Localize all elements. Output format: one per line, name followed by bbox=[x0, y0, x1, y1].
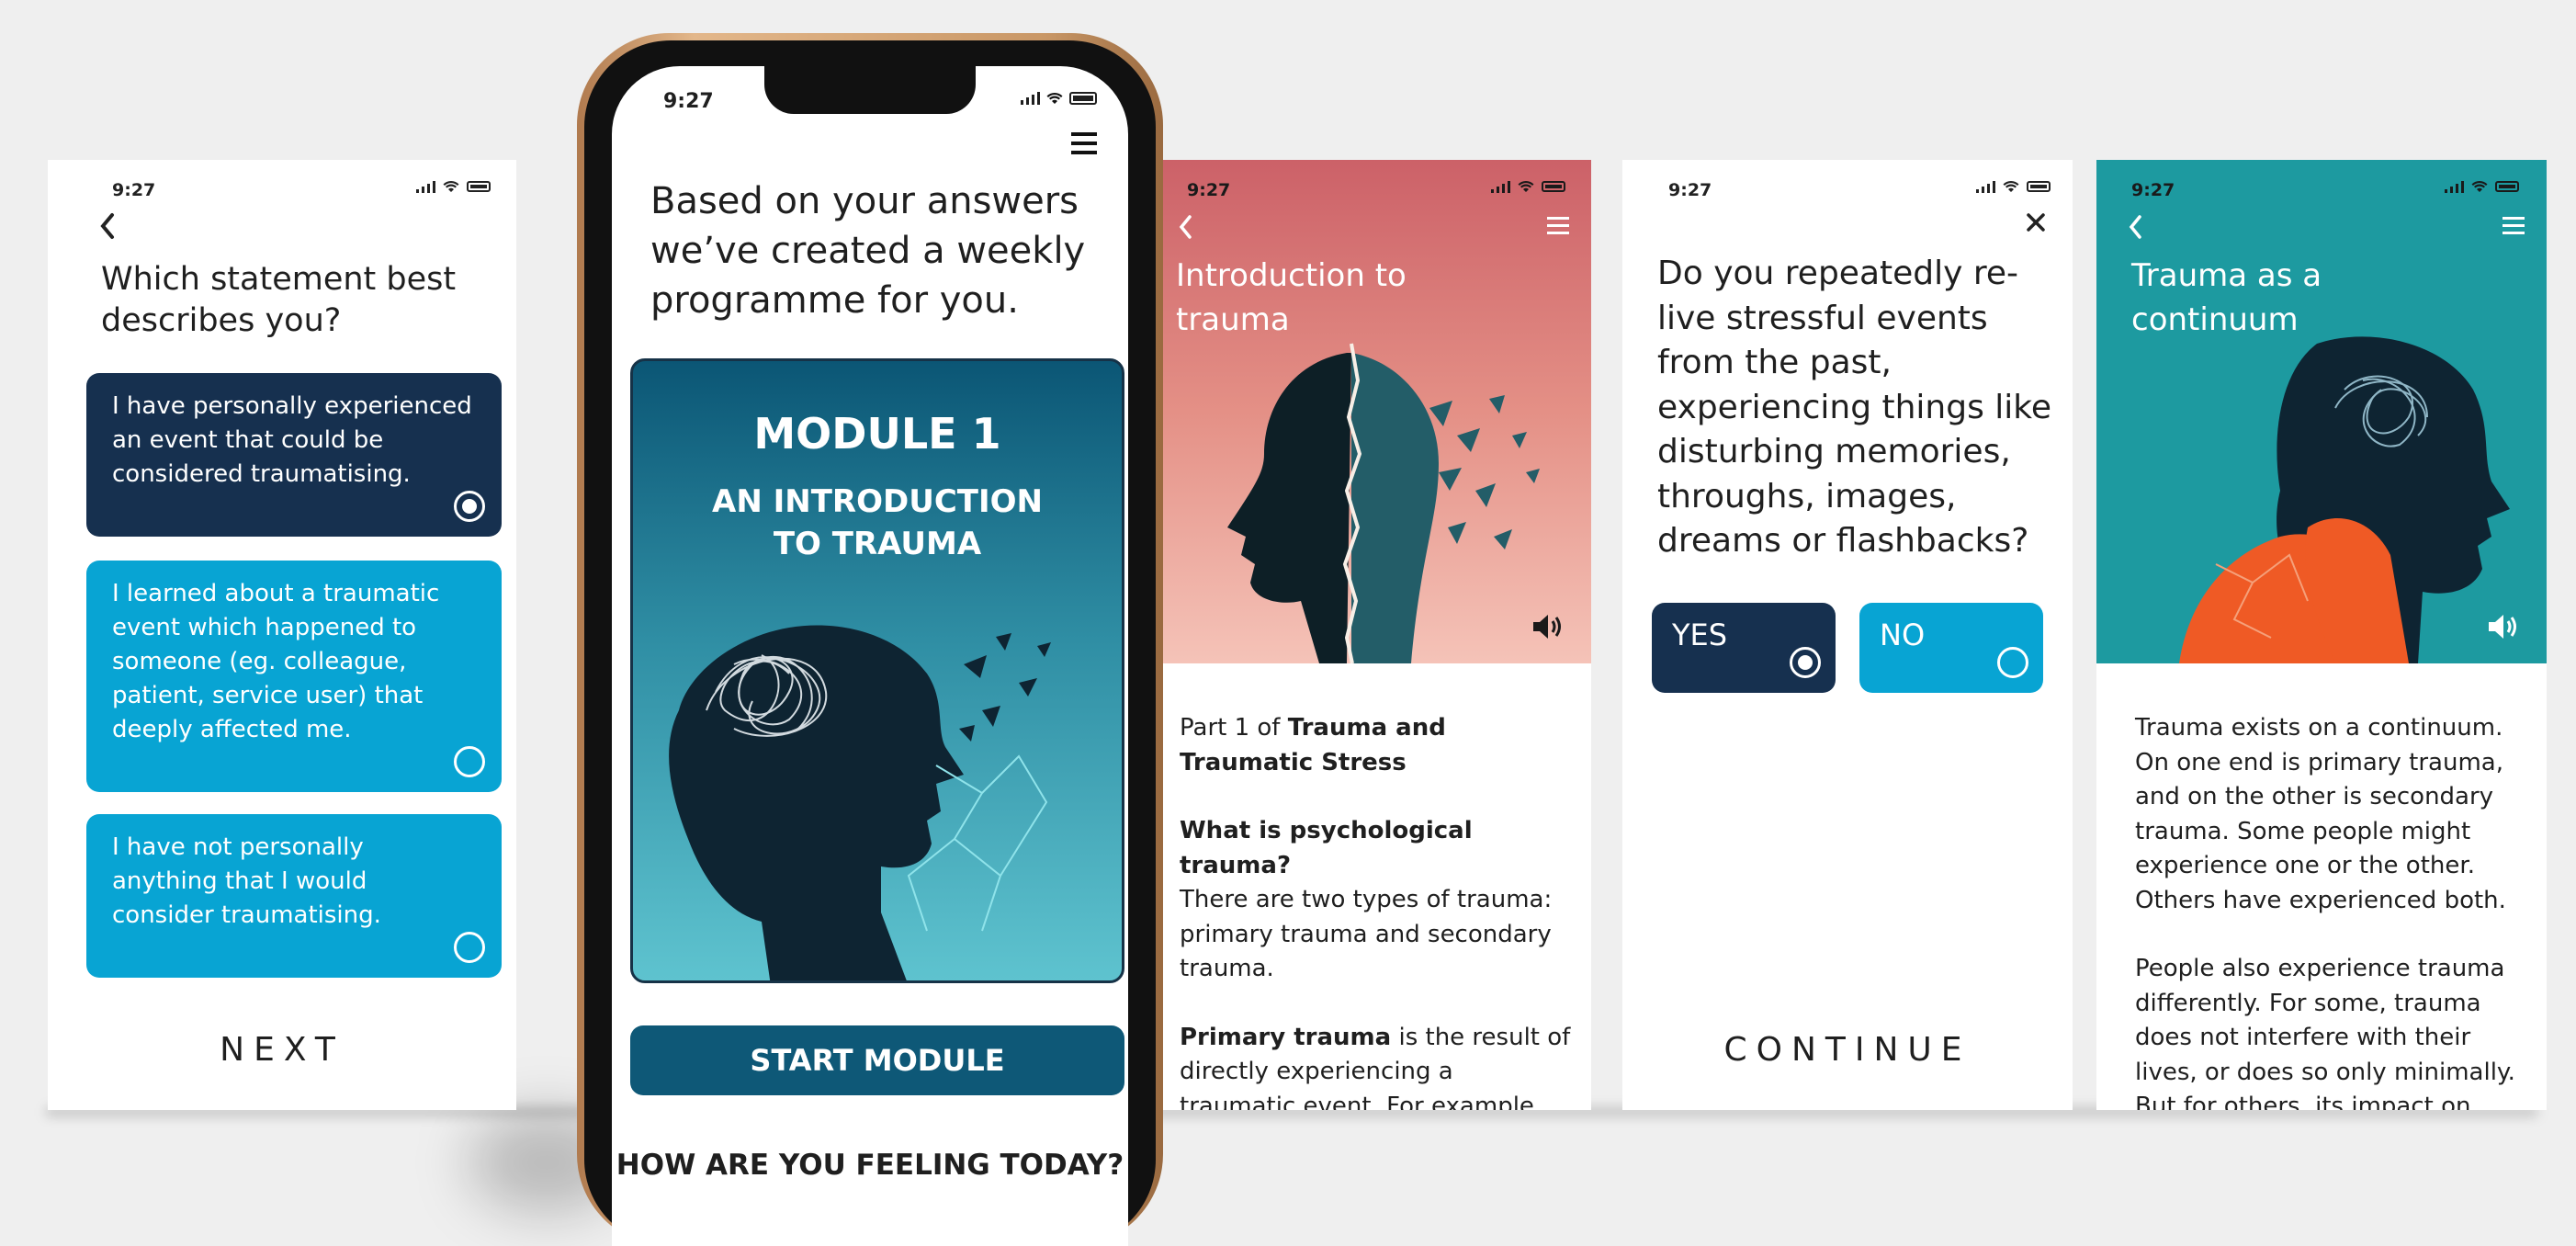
next-button[interactable]: NEXT bbox=[48, 1031, 516, 1069]
battery-icon bbox=[2027, 181, 2051, 192]
paragraph-1: Trauma exists on a continuum. On one end… bbox=[2135, 714, 2506, 914]
primary-term: Primary trauma bbox=[1180, 1023, 1392, 1051]
statement-screen: 9:27 Which statement best describes you?… bbox=[48, 160, 516, 1110]
head-illustration bbox=[2179, 336, 2510, 663]
status-bar: 9:27 bbox=[48, 175, 516, 206]
signal-icon bbox=[1976, 180, 1995, 193]
status-time: 9:27 bbox=[112, 180, 156, 200]
wifi-icon bbox=[443, 180, 459, 192]
option-text: I learned about a traumatic event which … bbox=[112, 580, 440, 743]
status-icons bbox=[1976, 180, 2051, 193]
radio-selected[interactable] bbox=[1790, 647, 1821, 678]
paragraph-2: People also experience trauma differentl… bbox=[2135, 955, 2515, 1110]
status-icons bbox=[1021, 92, 1097, 105]
no-label: NO bbox=[1880, 617, 1926, 652]
speaker-icon[interactable] bbox=[1531, 612, 1567, 645]
article-text: Part 1 of Trauma and Traumatic Stress Wh… bbox=[1180, 711, 1575, 1110]
speaker-icon[interactable] bbox=[2486, 612, 2523, 645]
intro-trauma-screen: 9:27 Introduction to trauma Part 1 of Tr… bbox=[1163, 160, 1591, 1110]
wifi-icon bbox=[1046, 92, 1063, 104]
status-time: 9:27 bbox=[1668, 180, 1712, 200]
start-module-button[interactable]: START MODULE bbox=[630, 1025, 1124, 1095]
programme-heading: Based on your answers we’ve created a we… bbox=[650, 180, 1086, 322]
head-illustration bbox=[669, 625, 1051, 980]
radio-unselected[interactable] bbox=[454, 746, 485, 777]
radio-unselected[interactable] bbox=[454, 932, 485, 963]
module-card[interactable]: MODULE 1 AN INTRODUCTION TO TRAUMA bbox=[630, 358, 1124, 983]
phone-frame: 9:27 Based on your answers we’ve created… bbox=[577, 33, 1163, 1246]
status-bar: 9:27 bbox=[1622, 175, 2073, 206]
yes-label: YES bbox=[1672, 617, 1728, 652]
option-not-personally[interactable]: I have not personally anything that I wo… bbox=[86, 814, 502, 978]
question-text: Do you repeatedly re-live stressful even… bbox=[1657, 255, 2052, 560]
continue-button[interactable]: CONTINUE bbox=[1622, 1031, 2073, 1069]
phone-notch bbox=[764, 66, 976, 114]
primary-paragraph: Primary trauma is the result of directly… bbox=[1180, 1021, 1575, 1111]
programme-screen: 9:27 Based on your answers we’ve created… bbox=[612, 66, 1128, 1246]
article-text: Trauma exists on a continuum. On one end… bbox=[2135, 711, 2521, 1110]
question-title: Which statement best describes you? bbox=[101, 261, 457, 339]
part-prefix: Part 1 of bbox=[1180, 714, 1288, 742]
radio-selected[interactable] bbox=[454, 491, 485, 522]
option-text: I have not personally anything that I wo… bbox=[112, 833, 381, 929]
option-personal-experience[interactable]: I have personally experienced an event t… bbox=[86, 373, 502, 537]
radio-unselected[interactable] bbox=[1997, 647, 2028, 678]
wifi-icon bbox=[2003, 180, 2019, 192]
phone-bezel: 9:27 Based on your answers we’ve created… bbox=[584, 40, 1156, 1246]
split-face-illustration bbox=[1227, 343, 1540, 663]
part-line: Part 1 of Trauma and Traumatic Stress bbox=[1180, 711, 1575, 780]
section-paragraph: There are two types of trauma: primary t… bbox=[1180, 886, 1553, 982]
signal-icon bbox=[416, 180, 435, 193]
signal-icon bbox=[1021, 92, 1040, 105]
option-text: I have personally experienced an event t… bbox=[112, 392, 472, 488]
question-screen: 9:27 Do you repeatedly re-live stressful… bbox=[1622, 160, 2073, 1110]
status-icons bbox=[416, 180, 491, 193]
section-heading-text: What is psychological trauma? bbox=[1180, 817, 1473, 879]
no-button[interactable]: NO bbox=[1859, 603, 2043, 693]
status-time: 9:27 bbox=[663, 90, 714, 113]
yes-button[interactable]: YES bbox=[1652, 603, 1836, 693]
hamburger-menu-icon[interactable] bbox=[1071, 132, 1097, 154]
section-heading: What is psychological trauma? bbox=[1180, 814, 1575, 883]
continuum-screen: 9:27 Trauma as a continuum Trauma exists… bbox=[2096, 160, 2547, 1110]
battery-icon bbox=[467, 181, 491, 192]
battery-icon bbox=[1069, 92, 1097, 105]
close-icon[interactable] bbox=[2025, 211, 2047, 237]
back-chevron-icon[interactable] bbox=[97, 211, 118, 246]
feeling-question: HOW ARE YOU FEELING TODAY? bbox=[616, 1149, 1124, 1182]
option-learned-about[interactable]: I learned about a traumatic event which … bbox=[86, 561, 502, 792]
